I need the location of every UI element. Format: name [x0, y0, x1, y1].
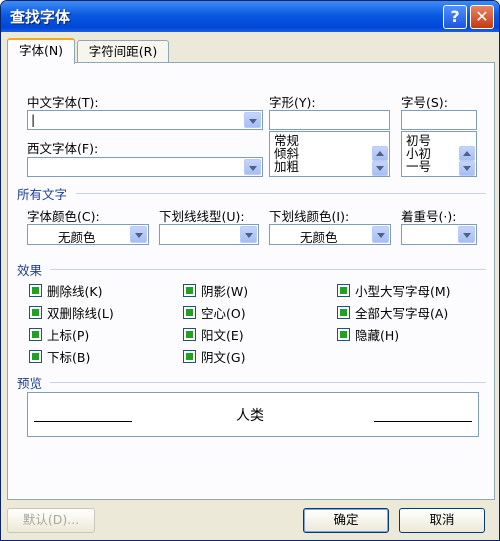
all-caps-checkbox[interactable] — [337, 306, 350, 319]
engrave-label[interactable]: 阴文(G) — [201, 347, 245, 366]
font-size-label: 字号(S): — [401, 95, 448, 110]
double-strikethrough-label[interactable]: 双删除线(L) — [47, 303, 114, 322]
scroll-down-icon[interactable] — [372, 161, 388, 176]
tab-font[interactable]: 字体(N) — [7, 38, 75, 64]
scroll-up-icon[interactable] — [372, 146, 388, 161]
preview-line-right — [374, 421, 472, 422]
western-font-dropdown-arrow-icon[interactable] — [244, 159, 261, 175]
find-font-dialog: 查找字体 ? ✕ 字体(N) 字符间距(R) 中文字体(T): | 西文字体(F… — [0, 0, 500, 541]
western-font-label: 西文字体(F): — [27, 141, 99, 156]
strikethrough-checkbox[interactable] — [29, 284, 42, 297]
superscript-checkbox[interactable] — [29, 328, 42, 341]
section-divider — [76, 193, 486, 194]
list-item[interactable]: 一号 — [406, 160, 431, 173]
emphasis-mark-combo[interactable] — [401, 224, 477, 245]
subscript-label[interactable]: 下标(B) — [47, 347, 90, 366]
font-color-label: 字体颜色(C): — [27, 209, 100, 224]
section-divider — [50, 269, 486, 270]
western-font-combo[interactable] — [27, 157, 263, 177]
dialog-title: 查找字体 — [10, 8, 71, 26]
ok-button[interactable]: 确定 — [303, 508, 389, 533]
preview-sample-text: 人类 — [236, 408, 264, 424]
preview-line-left — [34, 421, 132, 422]
subscript-checkbox[interactable] — [29, 350, 42, 363]
underline-color-dropdown-arrow-icon[interactable] — [372, 226, 389, 243]
font-color-combo[interactable]: 无颜色 — [27, 224, 149, 245]
strikethrough-label[interactable]: 删除线(K) — [47, 281, 102, 300]
double-strikethrough-checkbox[interactable] — [29, 306, 42, 319]
underline-type-label: 下划线线型(U): — [159, 209, 245, 224]
underline-color-label: 下划线颜色(I): — [269, 209, 350, 224]
underline-type-combo[interactable] — [159, 224, 259, 245]
list-item[interactable]: 加粗 — [274, 160, 299, 173]
all-caps-label[interactable]: 全部大写字母(A) — [355, 303, 448, 322]
cancel-button[interactable]: 取消 — [399, 508, 485, 533]
scroll-down-icon[interactable] — [459, 161, 475, 176]
superscript-label[interactable]: 上标(P) — [47, 325, 89, 344]
font-size-input[interactable] — [401, 110, 477, 130]
chinese-font-combo[interactable]: | — [27, 110, 263, 130]
underline-color-combo[interactable]: 无颜色 — [269, 224, 391, 245]
hidden-checkbox[interactable] — [337, 328, 350, 341]
tab-character-spacing[interactable]: 字符间距(R) — [77, 40, 169, 63]
font-style-input[interactable] — [269, 110, 390, 130]
font-size-list[interactable]: 初号 小初 一号 — [401, 131, 477, 177]
emboss-label[interactable]: 阳文(E) — [201, 325, 244, 344]
small-caps-checkbox[interactable] — [337, 284, 350, 297]
small-caps-label[interactable]: 小型大写字母(M) — [355, 281, 451, 300]
chinese-font-dropdown-arrow-icon[interactable] — [244, 112, 261, 128]
font-style-list[interactable]: 常规 倾斜 加粗 — [269, 131, 390, 177]
engrave-checkbox[interactable] — [183, 350, 196, 363]
chinese-font-label: 中文字体(T): — [27, 95, 99, 110]
effects-section-title: 效果 — [17, 263, 43, 278]
font-color-value: 无颜色 — [58, 230, 96, 245]
section-divider — [50, 382, 486, 383]
shadow-label[interactable]: 阴影(W) — [201, 281, 248, 300]
help-button[interactable]: ? — [443, 5, 467, 29]
emphasis-mark-label: 着重号(·): — [401, 209, 457, 224]
outline-checkbox[interactable] — [183, 306, 196, 319]
underline-type-dropdown-arrow-icon[interactable] — [240, 226, 257, 243]
chinese-font-value: | — [31, 112, 36, 127]
font-color-dropdown-arrow-icon[interactable] — [130, 226, 147, 243]
outline-label[interactable]: 空心(O) — [201, 303, 246, 322]
font-style-label: 字形(Y): — [269, 95, 316, 110]
emboss-checkbox[interactable] — [183, 328, 196, 341]
underline-color-value: 无颜色 — [300, 230, 338, 245]
default-button[interactable]: 默认(D)... — [7, 508, 95, 533]
preview-box: 人类 — [27, 392, 479, 437]
scroll-up-icon[interactable] — [459, 146, 475, 161]
emphasis-mark-dropdown-arrow-icon[interactable] — [458, 226, 475, 243]
shadow-checkbox[interactable] — [183, 284, 196, 297]
preview-section-title: 预览 — [17, 376, 43, 391]
hidden-label[interactable]: 隐藏(H) — [355, 325, 399, 344]
close-button[interactable]: ✕ — [470, 5, 494, 29]
title-bar[interactable]: 查找字体 ? ✕ — [1, 1, 499, 32]
all-text-section-title: 所有文字 — [17, 187, 68, 202]
